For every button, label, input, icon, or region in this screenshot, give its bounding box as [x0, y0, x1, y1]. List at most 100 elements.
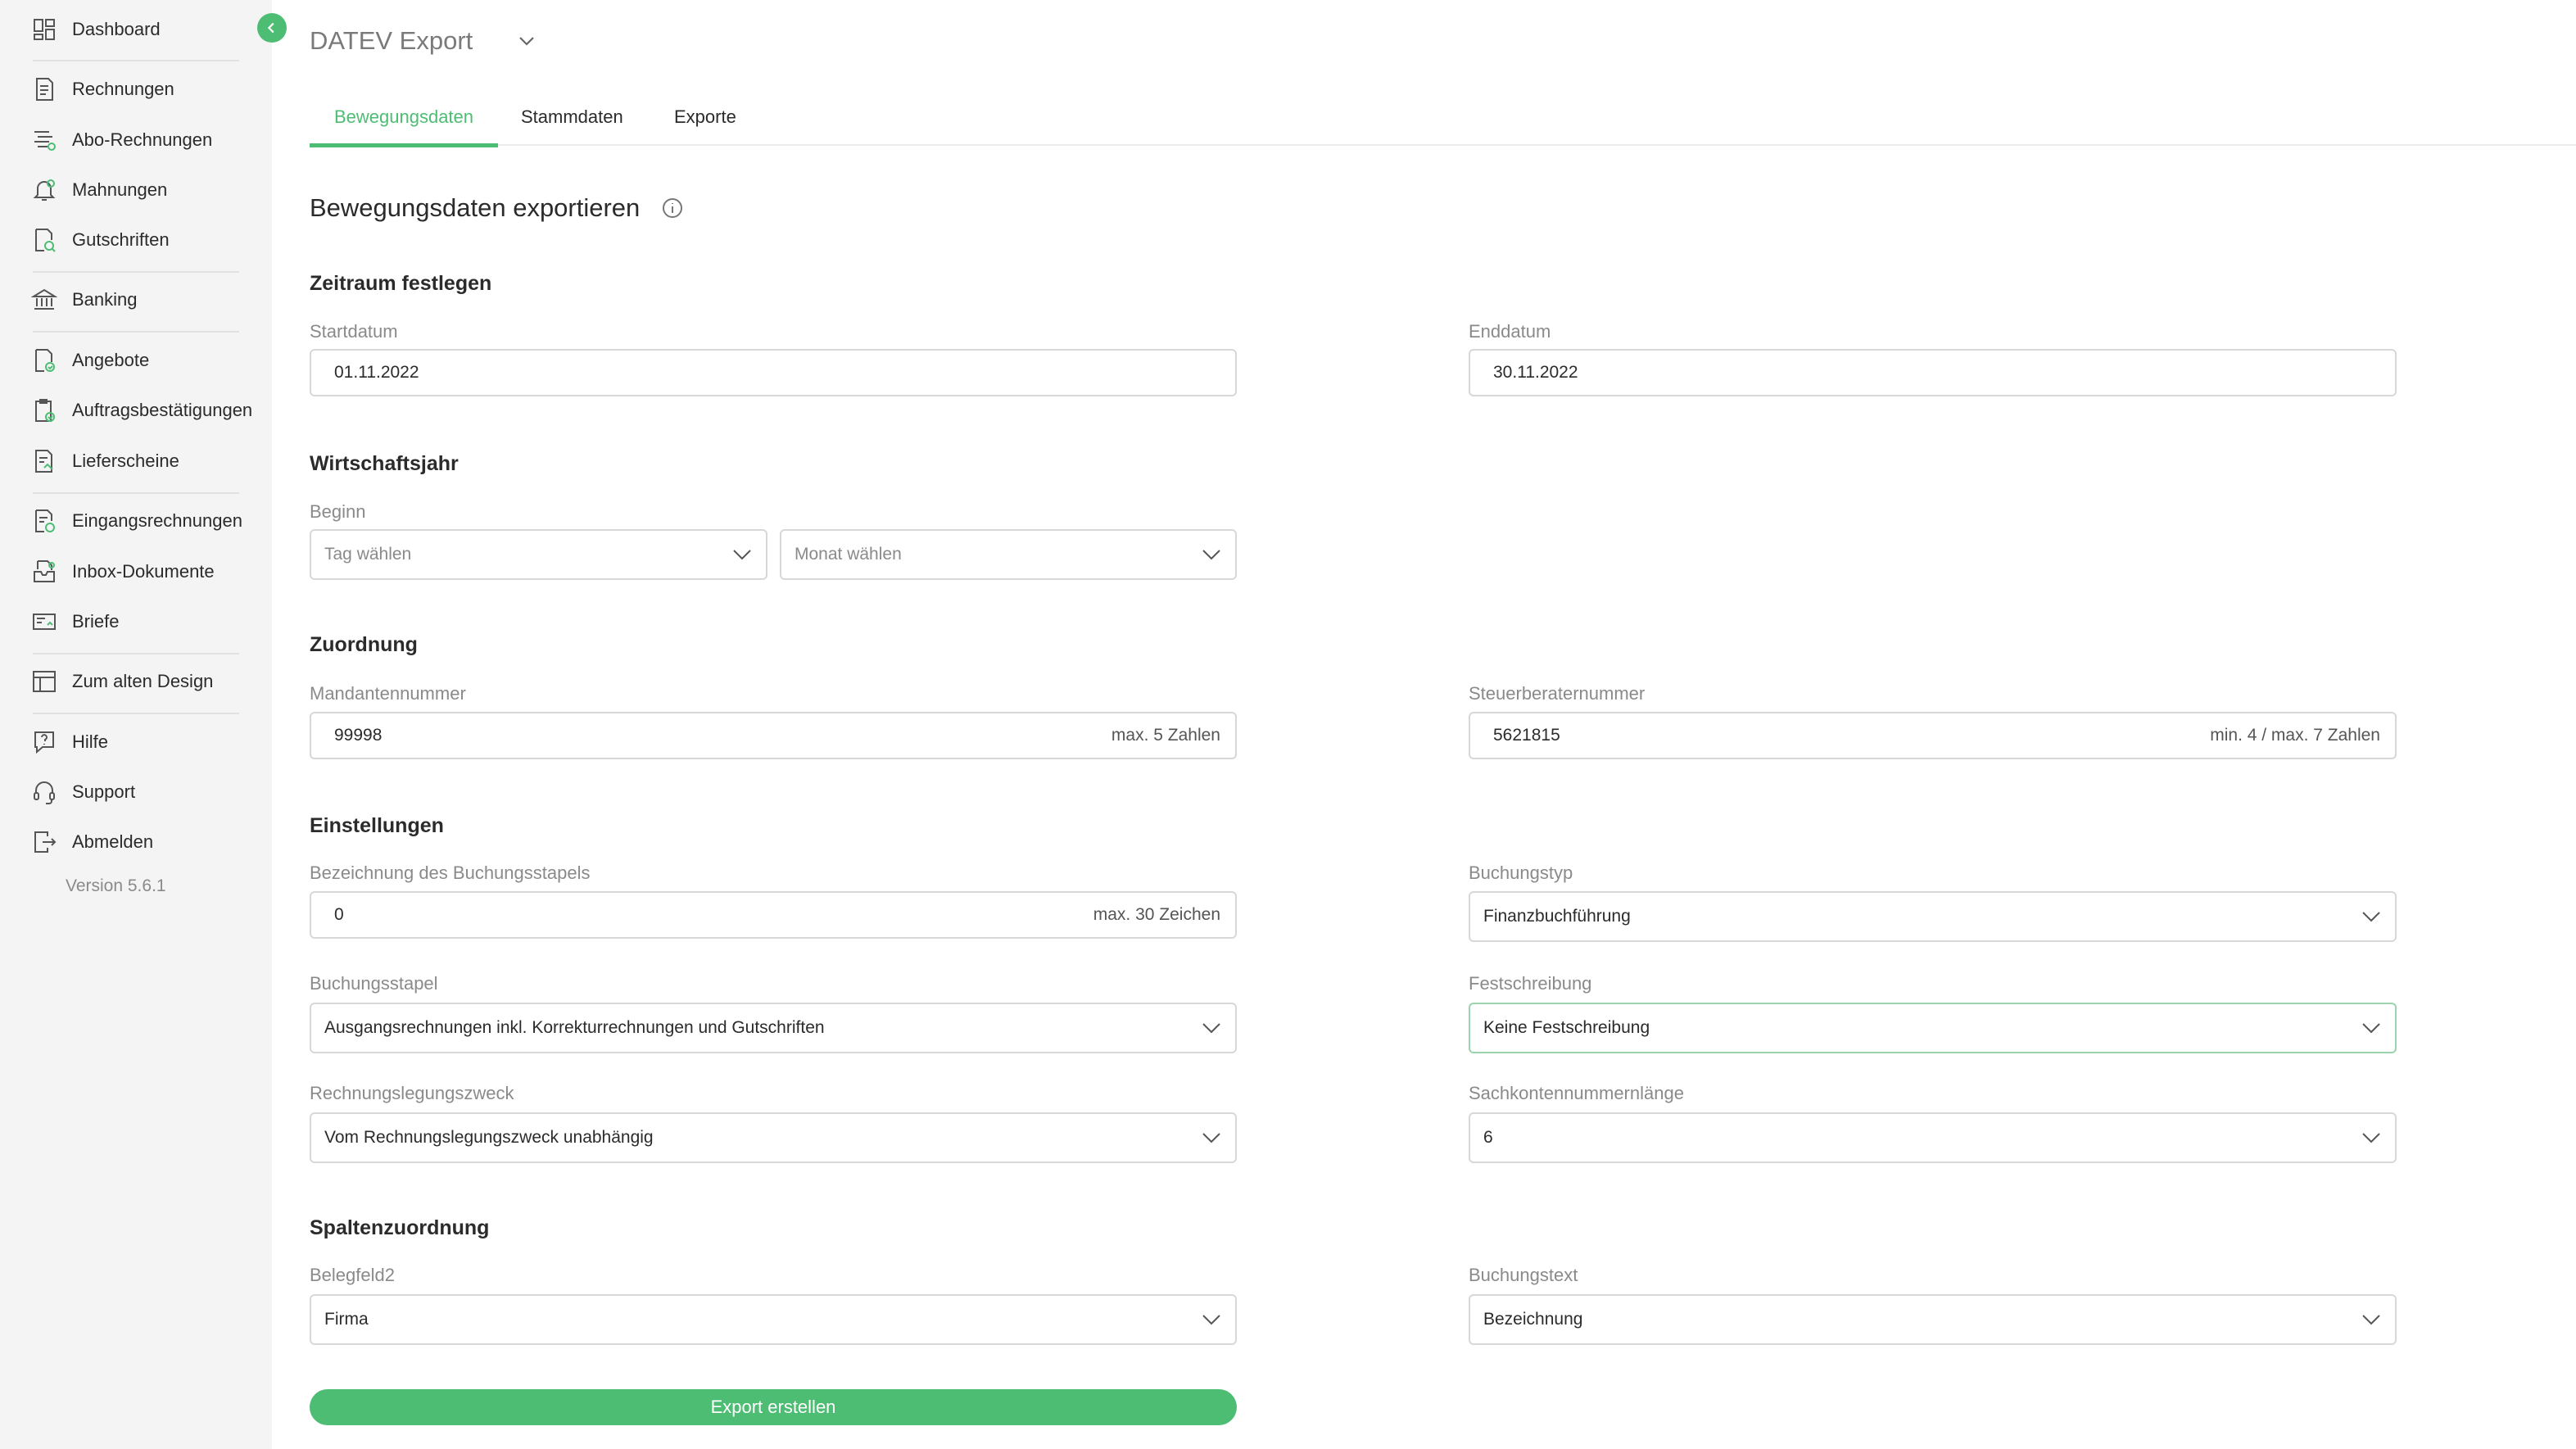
- heading-text: Bewegungsdaten exportieren: [310, 193, 641, 222]
- sidebar-item-angebote[interactable]: Angebote: [29, 344, 149, 377]
- stapel-name-hint: max. 30 Zeichen: [1093, 905, 1220, 924]
- festschreibung-value: Keine Festschreibung: [1483, 1018, 1650, 1037]
- tab-label: Bewegungsdaten: [333, 106, 474, 127]
- tab-bewegungsdaten[interactable]: Bewegungsdaten: [310, 103, 498, 147]
- buchungstyp-select[interactable]: Finanzbuchführung: [1469, 891, 2397, 942]
- sidebar-item-label: Dashboard: [72, 19, 161, 39]
- zweck-select[interactable]: Vom Rechnungslegungszweck unabhängig: [310, 1112, 1237, 1163]
- sidebar-item-label: Abmelden: [72, 831, 154, 852]
- nav-divider: [33, 653, 239, 654]
- belegfeld-select[interactable]: Firma: [310, 1294, 1237, 1345]
- sidebar-item-label: Abo-Rechnungen: [72, 129, 213, 150]
- belegfeld-label: Belegfeld2: [310, 1265, 395, 1285]
- sidebar-item-label: Hilfe: [72, 731, 109, 752]
- incoming-invoice-icon: [29, 506, 59, 536]
- module-selector[interactable]: DATEV Export: [310, 26, 538, 56]
- start-date-input[interactable]: 01.11.2022: [310, 349, 1237, 396]
- dashboard-icon: [29, 15, 59, 44]
- sidebar-item-label: Zum alten Design: [72, 671, 214, 691]
- mandant-value: 99998: [334, 726, 383, 745]
- stapel-value: Ausgangsrechnungen inkl. Korrekturrechnu…: [324, 1018, 825, 1037]
- stapel-name-label: Bezeichnung des Buchungsstapels: [310, 863, 591, 883]
- info-icon[interactable]: [661, 197, 684, 220]
- buchungstext-select[interactable]: Bezeichnung: [1469, 1294, 2397, 1345]
- nav-divider: [33, 713, 239, 714]
- stapel-name-input[interactable]: 0 max. 30 Zeichen: [310, 891, 1237, 939]
- sidebar-item-gutschriften[interactable]: Gutschriften: [29, 224, 170, 256]
- sidebar-item-dashboard[interactable]: Dashboard: [29, 13, 161, 46]
- chevron-down-icon: [2362, 1133, 2380, 1143]
- sidebar-item-abmelden[interactable]: Abmelden: [29, 826, 153, 858]
- chevron-down-icon: [2362, 1023, 2380, 1034]
- sidebar-collapse-button[interactable]: [257, 13, 287, 43]
- festschreibung-select[interactable]: Keine Festschreibung: [1469, 1003, 2397, 1053]
- sidebar-item-label: Briefe: [72, 611, 120, 632]
- section-title-einstellungen: Einstellungen: [310, 814, 444, 837]
- bank-icon: [29, 285, 59, 315]
- sidebar-item-briefe[interactable]: Briefe: [29, 605, 119, 638]
- chevron-left-icon: [267, 22, 274, 34]
- sidebar-item-hilfe[interactable]: Hilfe: [29, 726, 108, 758]
- order-confirmation-icon: [29, 396, 59, 425]
- export-button[interactable]: Export erstellen: [310, 1389, 1237, 1425]
- sidebar-item-label: Support: [72, 781, 136, 802]
- mandant-hint: max. 5 Zahlen: [1111, 726, 1220, 745]
- berater-input[interactable]: 5621815 min. 4 / max. 7 Zahlen: [1469, 712, 2397, 759]
- chevron-down-icon: [2362, 912, 2380, 922]
- sidebar-item-label: Rechnungen: [72, 79, 174, 99]
- tab-stammdaten[interactable]: Stammdaten: [521, 103, 623, 146]
- berater-hint: min. 4 / max. 7 Zahlen: [2210, 726, 2380, 745]
- chevron-down-icon: [2362, 1315, 2380, 1325]
- sidebar-item-rechnungen[interactable]: Rechnungen: [29, 73, 174, 106]
- begin-month-value: Monat wählen: [795, 545, 902, 564]
- sidebar-item-zum-alten-design[interactable]: Zum alten Design: [29, 665, 213, 698]
- nav-divider: [33, 271, 239, 273]
- section-title-zuordnung: Zuordnung: [310, 633, 418, 656]
- begin-label: Beginn: [310, 501, 366, 522]
- tab-label: Exporte: [674, 106, 736, 127]
- sidebar-item-inbox-dokumente[interactable]: Inbox-Dokumente: [29, 555, 215, 588]
- chevron-down-icon: [1202, 550, 1220, 560]
- sidebar-item-support[interactable]: Support: [29, 776, 135, 808]
- end-date-value: 30.11.2022: [1493, 363, 1578, 382]
- sidebar-item-lieferscheine[interactable]: Lieferscheine: [29, 445, 179, 478]
- tab-exporte[interactable]: Exporte: [674, 103, 736, 146]
- berater-value: 5621815: [1493, 726, 1560, 745]
- help-icon: [29, 727, 59, 757]
- belegfeld-value: Firma: [324, 1310, 369, 1329]
- mandant-label: Mandantennummer: [310, 683, 466, 704]
- stapel-select[interactable]: Ausgangsrechnungen inkl. Korrekturrechnu…: [310, 1003, 1237, 1053]
- stapel-label: Buchungsstapel: [310, 973, 438, 994]
- sachkonto-value: 6: [1483, 1128, 1493, 1147]
- sidebar-item-label: Inbox-Dokumente: [72, 561, 215, 582]
- sidebar-item-label: Auftragsbestätigungen: [72, 400, 253, 420]
- layout-icon: [29, 667, 59, 696]
- sidebar-item-label: Banking: [72, 289, 138, 310]
- begin-day-select[interactable]: Tag wählen: [310, 529, 767, 580]
- sidebar-item-banking[interactable]: Banking: [29, 283, 138, 316]
- begin-day-value: Tag wählen: [324, 545, 412, 564]
- mandant-input[interactable]: 99998 max. 5 Zahlen: [310, 712, 1237, 759]
- festschreibung-label: Festschreibung: [1469, 973, 1592, 994]
- chevron-down-icon: [1202, 1023, 1220, 1034]
- end-date-input[interactable]: 30.11.2022: [1469, 349, 2397, 396]
- inbox-icon: [29, 557, 59, 586]
- sidebar-item-auftragsbestaetigungen[interactable]: Auftragsbestätigungen: [29, 394, 252, 427]
- offer-icon: [29, 346, 59, 375]
- sidebar-item-mahnungen[interactable]: Mahnungen: [29, 174, 167, 206]
- sidebar-item-label: Eingangsrechnungen: [72, 510, 242, 531]
- chevron-down-icon: [733, 550, 751, 560]
- sachkonto-select[interactable]: 6: [1469, 1112, 2397, 1163]
- page-title: DATEV Export: [310, 26, 473, 55]
- end-date-label: Enddatum: [1469, 321, 1551, 342]
- letter-icon: [29, 607, 59, 636]
- sachkonto-label: Sachkontennummernlänge: [1469, 1083, 1684, 1103]
- buchungstext-value: Bezeichnung: [1483, 1310, 1583, 1329]
- buchungstyp-label: Buchungstyp: [1469, 863, 1573, 883]
- begin-month-select[interactable]: Monat wählen: [780, 529, 1237, 580]
- section-heading: Bewegungsdaten exportieren: [310, 193, 684, 223]
- sidebar-item-eingangsrechnungen[interactable]: Eingangsrechnungen: [29, 505, 242, 537]
- chevron-down-icon: [1202, 1315, 1220, 1325]
- zweck-label: Rechnungslegungszweck: [310, 1083, 514, 1103]
- sidebar-item-abo-rechnungen[interactable]: Abo-Rechnungen: [29, 124, 212, 156]
